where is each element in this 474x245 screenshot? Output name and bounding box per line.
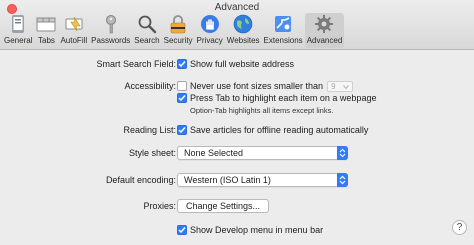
tab-passwords[interactable]: Passwords xyxy=(89,13,132,48)
show-develop-option[interactable]: Show Develop menu in menu bar xyxy=(177,225,323,235)
checkmark-icon xyxy=(178,127,186,134)
smart-search-label: Smart Search Field: xyxy=(96,59,176,69)
default-encoding-label: Default encoding: xyxy=(105,175,176,185)
checkmark-icon xyxy=(178,61,186,68)
checkmark-icon xyxy=(178,95,186,102)
window-title: Advanced xyxy=(214,2,260,13)
tabs-icon xyxy=(36,14,56,34)
option-tab-hint: Option-Tab highlights all items except l… xyxy=(190,105,334,115)
tab-search[interactable]: Search xyxy=(132,13,161,48)
tab-security[interactable]: Security xyxy=(162,13,195,48)
hand-icon xyxy=(200,14,220,34)
min-font-size-checkbox[interactable] xyxy=(177,81,187,91)
updown-arrows-icon xyxy=(337,146,348,160)
puzzle-icon xyxy=(273,14,293,34)
change-settings-button[interactable]: Change Settings... xyxy=(177,199,270,213)
tab-extensions[interactable]: Extensions xyxy=(262,13,305,48)
tab-websites[interactable]: Websites xyxy=(225,13,262,48)
min-font-size-option[interactable]: Never use font sizes smaller than 9 xyxy=(177,80,354,92)
search-icon xyxy=(137,14,157,34)
autofill-icon xyxy=(64,14,84,34)
key-icon xyxy=(101,14,121,34)
globe-icon xyxy=(233,14,253,34)
reading-list-label: Reading List: xyxy=(123,125,176,135)
save-offline-checkbox[interactable] xyxy=(177,125,187,135)
preferences-toolbar: General Tabs AutoFill Passwords Search S… xyxy=(2,13,345,49)
press-tab-option[interactable]: Press Tab to highlight each item on a we… xyxy=(177,93,376,103)
proxies-label: Proxies: xyxy=(143,201,176,211)
preferences-window: Advanced General Tabs AutoFill Passwords… xyxy=(0,0,474,245)
general-icon xyxy=(8,14,28,34)
default-encoding-select[interactable]: Western (ISO Latin 1) xyxy=(177,173,348,187)
style-sheet-label: Style sheet: xyxy=(128,148,176,158)
tab-general[interactable]: General xyxy=(2,13,34,48)
title-bar: Advanced General Tabs AutoFill Passwords… xyxy=(0,0,474,50)
show-full-address-option[interactable]: Show full website address xyxy=(177,59,294,69)
tab-tabs[interactable]: Tabs xyxy=(34,13,58,48)
help-button[interactable]: ? xyxy=(452,220,467,235)
gear-icon xyxy=(314,14,334,34)
lock-icon xyxy=(168,14,188,34)
advanced-pane: Smart Search Field: Show full website ad… xyxy=(0,51,474,245)
updown-arrows-icon xyxy=(337,173,348,187)
tab-autofill[interactable]: AutoFill xyxy=(58,13,89,48)
tab-privacy[interactable]: Privacy xyxy=(195,13,225,48)
show-full-address-checkbox[interactable] xyxy=(177,59,187,69)
checkmark-icon xyxy=(178,227,186,234)
min-font-size-select[interactable]: 9 xyxy=(327,80,354,92)
style-sheet-select[interactable]: None Selected xyxy=(177,146,348,160)
show-develop-checkbox[interactable] xyxy=(177,225,187,235)
save-offline-option[interactable]: Save articles for offline reading automa… xyxy=(177,125,368,135)
tab-advanced[interactable]: Advanced xyxy=(304,13,345,48)
chevron-down-icon xyxy=(343,84,349,89)
accessibility-label: Accessibility: xyxy=(124,81,176,91)
press-tab-checkbox[interactable] xyxy=(177,93,187,103)
